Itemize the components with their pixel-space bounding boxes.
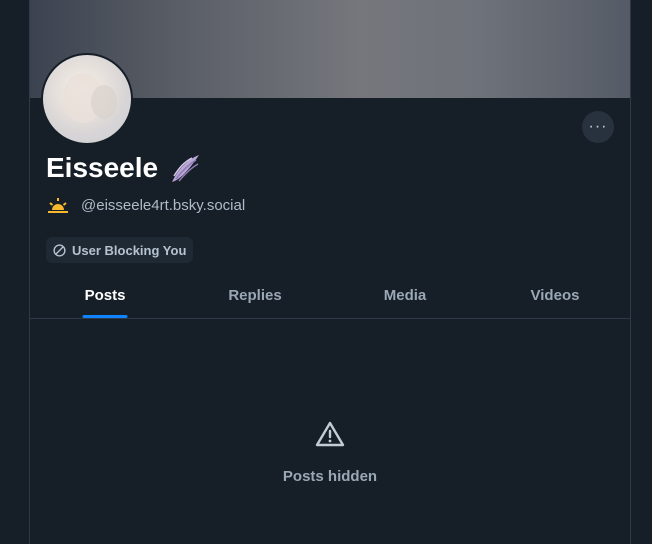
tab-label: Replies — [228, 286, 282, 304]
display-name-text: Eisseele — [46, 152, 159, 183]
more-icon: ··· — [588, 118, 608, 135]
avatar[interactable] — [41, 53, 133, 145]
badge-label: User Blocking You — [72, 242, 187, 258]
tab-replies[interactable]: Replies — [180, 272, 330, 318]
tab-label: Videos — [530, 286, 580, 304]
tab-posts[interactable]: Posts — [30, 272, 180, 318]
profile-handle[interactable]: @eisseele4rt.bsky.social — [81, 197, 245, 214]
sunrise-emoji-icon — [48, 198, 68, 213]
display-name: Eisseele — [46, 152, 202, 184]
empty-state-message: Posts hidden — [282, 468, 378, 485]
wing-emoji-icon — [172, 155, 200, 182]
user-blocking-badge: User Blocking You — [46, 237, 194, 263]
tab-media[interactable]: Media — [330, 272, 480, 318]
profile-tabs: Posts Replies Media Videos — [30, 272, 630, 319]
handle-row: @eisseele4rt.bsky.social — [47, 196, 245, 214]
empty-state: Posts hidden — [30, 420, 630, 485]
tab-label: Posts — [84, 286, 126, 304]
tab-label: Media — [383, 286, 427, 304]
block-icon — [53, 243, 66, 257]
warning-icon — [315, 421, 345, 447]
profile-column: ··· Eisseele @eisseele4rt.bsky.social Us… — [29, 0, 631, 544]
more-options-button[interactable]: ··· — [582, 111, 614, 143]
avatar-image-blur — [91, 85, 117, 119]
tab-videos[interactable]: Videos — [480, 272, 630, 318]
